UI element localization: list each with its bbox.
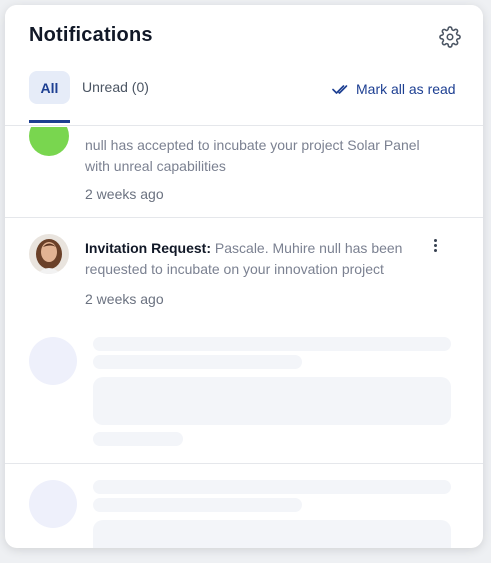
divider — [5, 125, 483, 126]
gear-icon[interactable] — [439, 26, 461, 48]
skeleton-avatar — [29, 337, 77, 385]
avatar — [29, 234, 69, 274]
divider — [5, 463, 483, 464]
tab-all[interactable]: All — [29, 71, 70, 104]
notifications-panel: null has accepted to incubate your proje… — [5, 5, 483, 548]
skeleton-block — [93, 377, 451, 425]
notification-item[interactable]: Invitation Request: Pascale. Muhire null… — [5, 218, 483, 328]
skeleton-line — [93, 480, 451, 494]
skeleton-avatar — [29, 480, 77, 528]
notification-time: 2 weeks ago — [85, 186, 164, 202]
active-tab-indicator — [29, 120, 70, 123]
page-title: Notifications — [29, 24, 153, 46]
skeleton-block — [93, 520, 451, 548]
skeleton-line — [93, 432, 183, 446]
notification-title: Invitation Request: — [85, 240, 212, 256]
panel-header: Notifications All Unread (0) Mark all as… — [5, 5, 483, 127]
mark-all-read-label: Mark all as read — [356, 81, 456, 97]
double-check-icon — [332, 85, 348, 94]
skeleton-line — [93, 337, 451, 351]
more-options-icon[interactable] — [429, 238, 441, 256]
skeleton-line — [93, 355, 302, 369]
notification-text: null has accepted to incubate your proje… — [85, 137, 420, 174]
mark-all-read-button[interactable]: Mark all as read — [332, 81, 456, 97]
skeleton-line — [93, 498, 302, 512]
tab-unread[interactable]: Unread (0) — [82, 79, 149, 95]
notification-text: Invitation Request: Pascale. Muhire null… — [85, 238, 415, 280]
notification-time: 2 weeks ago — [85, 291, 164, 307]
